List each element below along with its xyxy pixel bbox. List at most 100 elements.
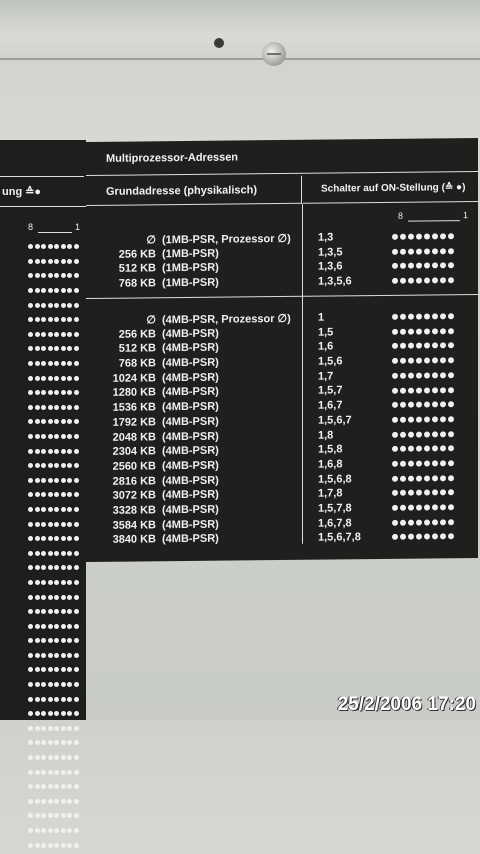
dip-switch-dot bbox=[73, 463, 79, 469]
dip-switch-dot bbox=[73, 565, 79, 571]
dip-switch-dot bbox=[47, 609, 53, 615]
dip-switch-dot bbox=[448, 533, 454, 540]
dip-switch-dot bbox=[28, 361, 33, 367]
dip-switch-dot bbox=[73, 784, 79, 790]
dip-switch-dot bbox=[416, 489, 422, 496]
dip-switch-dots bbox=[392, 274, 456, 287]
switch-block-1mb: 1,3 1,3,5 1,3,6 1,3,5,6 bbox=[318, 230, 456, 290]
switch-setting: 1,3,5,6 bbox=[318, 275, 352, 288]
left-dot-row bbox=[28, 340, 80, 355]
dip-switch-dot bbox=[34, 740, 40, 746]
dip-switch-dot bbox=[28, 375, 33, 381]
switch-setting: 1,6 bbox=[318, 340, 334, 353]
switch-row: 1,3,5 bbox=[318, 245, 456, 261]
left-dot-row bbox=[28, 326, 80, 341]
dip-switch-dot bbox=[416, 328, 422, 335]
dip-switch-dot bbox=[73, 375, 79, 381]
address-size: 768 KB bbox=[118, 357, 156, 370]
dip-switch-dot bbox=[67, 492, 72, 498]
dip-switch-dot bbox=[34, 258, 40, 264]
switch-row: 1,6 bbox=[318, 340, 456, 356]
address-row: 768 KB (1MB-PSR) bbox=[112, 276, 291, 293]
dip-switch-dot bbox=[400, 372, 406, 379]
left-switch-scale: 8 1 bbox=[28, 222, 80, 234]
dip-switch-dot bbox=[73, 755, 79, 761]
dip-switch-dot bbox=[34, 813, 40, 819]
panel-title: Multiprozessor-Adressen bbox=[86, 137, 478, 177]
dip-switch-dot bbox=[400, 248, 406, 255]
dip-switch-dot bbox=[424, 342, 430, 349]
dip-switch-dot bbox=[41, 390, 46, 396]
dip-switch-dot bbox=[392, 343, 398, 350]
dip-switch-dot bbox=[34, 492, 40, 498]
dip-switch-dot bbox=[432, 233, 438, 240]
dip-switch-dot bbox=[67, 740, 72, 746]
dip-switch-dot bbox=[28, 390, 33, 396]
dip-switch-dot bbox=[54, 755, 59, 761]
dip-switch-dot bbox=[400, 534, 406, 541]
dip-switch-dot bbox=[440, 401, 446, 408]
left-dot-row bbox=[28, 296, 80, 311]
dip-switch-dot bbox=[416, 357, 422, 364]
dip-switch-dot bbox=[34, 711, 40, 717]
dip-switch-dot bbox=[54, 536, 59, 542]
dip-switch-dot bbox=[432, 248, 438, 255]
dip-switch-dot bbox=[34, 769, 40, 775]
address-size: ∅ bbox=[146, 234, 156, 247]
dip-switch-dot bbox=[47, 448, 53, 454]
dip-switch-dot bbox=[392, 387, 398, 394]
dip-switch-dot bbox=[424, 533, 430, 540]
dip-switch-dot bbox=[432, 386, 438, 393]
dip-switch-dot bbox=[54, 258, 59, 264]
dip-switch-dot bbox=[392, 460, 398, 467]
dip-switch-dot bbox=[432, 430, 438, 438]
dip-switch-dot bbox=[73, 331, 79, 337]
dip-switch-dot bbox=[416, 313, 422, 320]
left-dot-row bbox=[28, 559, 80, 574]
dip-switch-dot bbox=[408, 357, 414, 364]
dip-switch-dot bbox=[34, 784, 40, 790]
left-panel-subheader: ung ≙● bbox=[0, 178, 86, 207]
dip-switch-dot bbox=[432, 357, 438, 364]
dip-switch-dot bbox=[408, 445, 414, 452]
dip-switch-dots bbox=[392, 413, 456, 426]
dip-switch-dot bbox=[47, 258, 53, 264]
dip-switch-dot bbox=[440, 504, 446, 511]
dip-switch-dot bbox=[416, 460, 422, 467]
address-desc: (4MB-PSR) bbox=[162, 532, 219, 546]
switch-row: 1,5,6 bbox=[318, 354, 456, 370]
dip-switch-dot bbox=[67, 375, 72, 381]
switch-row: 1,6,7 bbox=[318, 398, 456, 414]
dip-switch-dot bbox=[47, 404, 53, 410]
dip-switch-dot bbox=[67, 536, 72, 542]
switch-setting: 1,8 bbox=[318, 428, 334, 442]
dip-switch-dot bbox=[73, 711, 79, 717]
left-dot-row bbox=[28, 413, 80, 428]
dip-switch-dots bbox=[392, 486, 456, 499]
dip-switch-dot bbox=[34, 725, 40, 731]
dip-switch-dot bbox=[60, 565, 66, 571]
left-dot-row bbox=[28, 574, 80, 589]
dip-switch-dot bbox=[424, 328, 430, 335]
dip-switch-dot bbox=[54, 492, 59, 498]
dip-switch-dot bbox=[54, 711, 59, 717]
dip-switch-dot bbox=[54, 609, 59, 615]
dip-switch-dot bbox=[60, 784, 66, 790]
dip-switch-dot bbox=[392, 534, 398, 541]
dip-switch-dot bbox=[424, 475, 430, 482]
dip-switch-dot bbox=[67, 463, 72, 469]
address-desc: (4MB-PSR) bbox=[162, 327, 219, 340]
dip-switch-dot bbox=[73, 828, 79, 834]
address-size: 1792 KB bbox=[112, 416, 156, 429]
dip-switch-dot bbox=[408, 489, 414, 497]
left-dot-row bbox=[28, 369, 80, 384]
dip-switch-dot bbox=[73, 769, 79, 775]
dip-switch-dot bbox=[54, 725, 59, 731]
left-dot-row bbox=[28, 822, 80, 837]
dip-switch-dot bbox=[54, 682, 59, 688]
column-divider bbox=[302, 203, 303, 544]
dip-switch-dot bbox=[47, 769, 53, 775]
dip-switch-dot bbox=[400, 519, 406, 526]
dip-switch-dot bbox=[392, 519, 398, 526]
dip-switch-dot bbox=[54, 550, 59, 556]
